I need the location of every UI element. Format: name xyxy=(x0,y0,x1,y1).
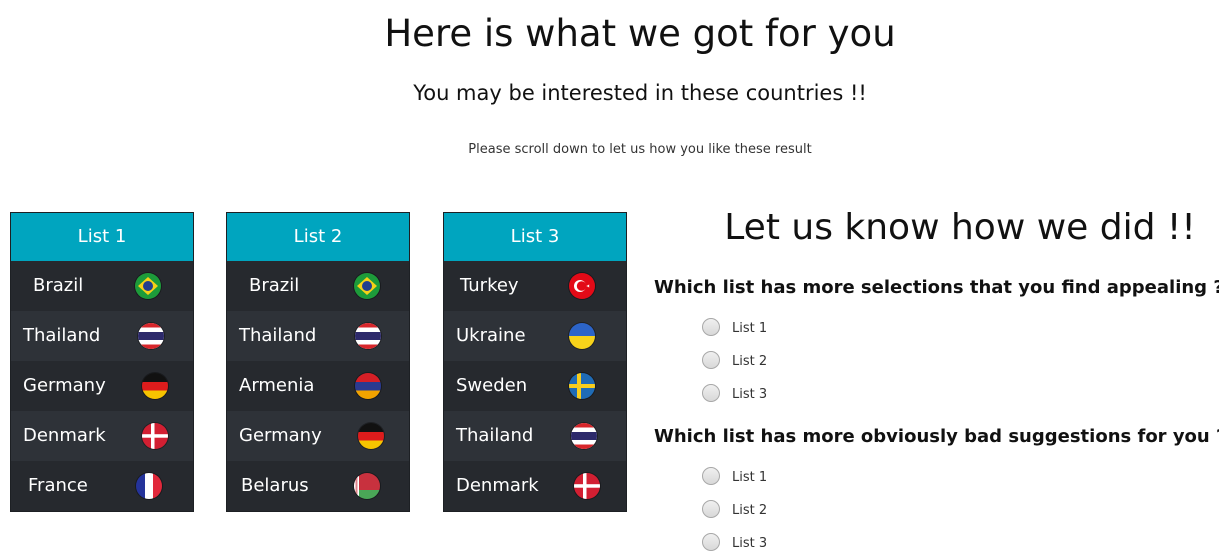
country-list-2: List 2 Brazil Thailand Armenia Germany B… xyxy=(226,212,410,512)
page-title: Here is what we got for you xyxy=(384,12,896,55)
list-item: Belarus xyxy=(227,461,409,511)
thailand-flag-icon xyxy=(138,323,164,349)
country-name: Armenia xyxy=(239,375,315,396)
radio-button[interactable] xyxy=(702,318,720,336)
list-item: Germany xyxy=(11,361,193,411)
country-name: Turkey xyxy=(460,275,519,296)
country-name: Germany xyxy=(23,375,106,396)
country-name: Ukraine xyxy=(456,325,526,346)
feedback-title: Let us know how we did !! xyxy=(724,207,1196,248)
denmark-flag-icon xyxy=(142,423,168,449)
option-label: List 1 xyxy=(732,470,768,485)
radio-button[interactable] xyxy=(702,384,720,402)
list-item: Sweden xyxy=(444,361,626,411)
sweden-flag-icon xyxy=(569,373,595,399)
country-name: Sweden xyxy=(456,375,528,396)
belarus-flag-icon xyxy=(354,473,380,499)
option-label: List 2 xyxy=(732,503,768,518)
radio-button[interactable] xyxy=(702,500,720,518)
list-item: Armenia xyxy=(227,361,409,411)
question-bad-suggestions: Which list has more obviously bad sugges… xyxy=(654,424,1219,450)
list-header: List 1 xyxy=(11,213,193,261)
turkey-flag-icon xyxy=(569,273,595,299)
country-name: Thailand xyxy=(456,425,534,446)
scroll-note: Please scroll down to let us how you lik… xyxy=(468,142,812,157)
brazil-flag-icon xyxy=(135,273,161,299)
list-header: List 2 xyxy=(227,213,409,261)
list-item: Germany xyxy=(227,411,409,461)
brazil-flag-icon xyxy=(354,273,380,299)
option-label: List 3 xyxy=(732,387,768,402)
radio-button[interactable] xyxy=(702,351,720,369)
list-item: Denmark xyxy=(444,461,626,511)
list-item: France xyxy=(11,461,193,511)
denmark-flag-icon xyxy=(574,473,600,499)
france-flag-icon xyxy=(136,473,162,499)
question-text: Which list has more selections that you … xyxy=(654,277,1219,298)
list-item: Turkey xyxy=(444,261,626,311)
list-item: Thailand xyxy=(11,311,193,361)
option-label: List 2 xyxy=(732,354,768,369)
thailand-flag-icon xyxy=(355,323,381,349)
country-name: Belarus xyxy=(241,475,309,496)
country-list-1: List 1 Brazil Thailand Germany Denmark F… xyxy=(10,212,194,512)
country-name: Thailand xyxy=(239,325,317,346)
ukraine-flag-icon xyxy=(569,323,595,349)
country-list-3: List 3 Turkey Ukraine Sweden Thailand De… xyxy=(443,212,627,512)
germany-flag-icon xyxy=(142,373,168,399)
question-appealing: Which list has more selections that you … xyxy=(654,275,1219,301)
armenia-flag-icon xyxy=(355,373,381,399)
country-name: France xyxy=(28,475,88,496)
option-label: List 1 xyxy=(732,321,768,336)
page-subtitle: You may be interested in these countries… xyxy=(413,81,867,105)
thailand-flag-icon xyxy=(571,423,597,449)
country-name: Denmark xyxy=(23,425,106,446)
country-name: Germany xyxy=(239,425,322,446)
list-item: Denmark xyxy=(11,411,193,461)
country-name: Brazil xyxy=(249,275,300,296)
list-item: Brazil xyxy=(227,261,409,311)
country-name: Thailand xyxy=(23,325,101,346)
list-item: Thailand xyxy=(444,411,626,461)
radio-button[interactable] xyxy=(702,467,720,485)
country-name: Brazil xyxy=(33,275,84,296)
list-item: Ukraine xyxy=(444,311,626,361)
option-label: List 3 xyxy=(732,536,768,551)
list-item: Brazil xyxy=(11,261,193,311)
germany-flag-icon xyxy=(358,423,384,449)
question-text: Which list has more obviously bad sugges… xyxy=(654,426,1219,447)
list-item: Thailand xyxy=(227,311,409,361)
country-name: Denmark xyxy=(456,475,539,496)
radio-button[interactable] xyxy=(702,533,720,551)
list-header: List 3 xyxy=(444,213,626,261)
